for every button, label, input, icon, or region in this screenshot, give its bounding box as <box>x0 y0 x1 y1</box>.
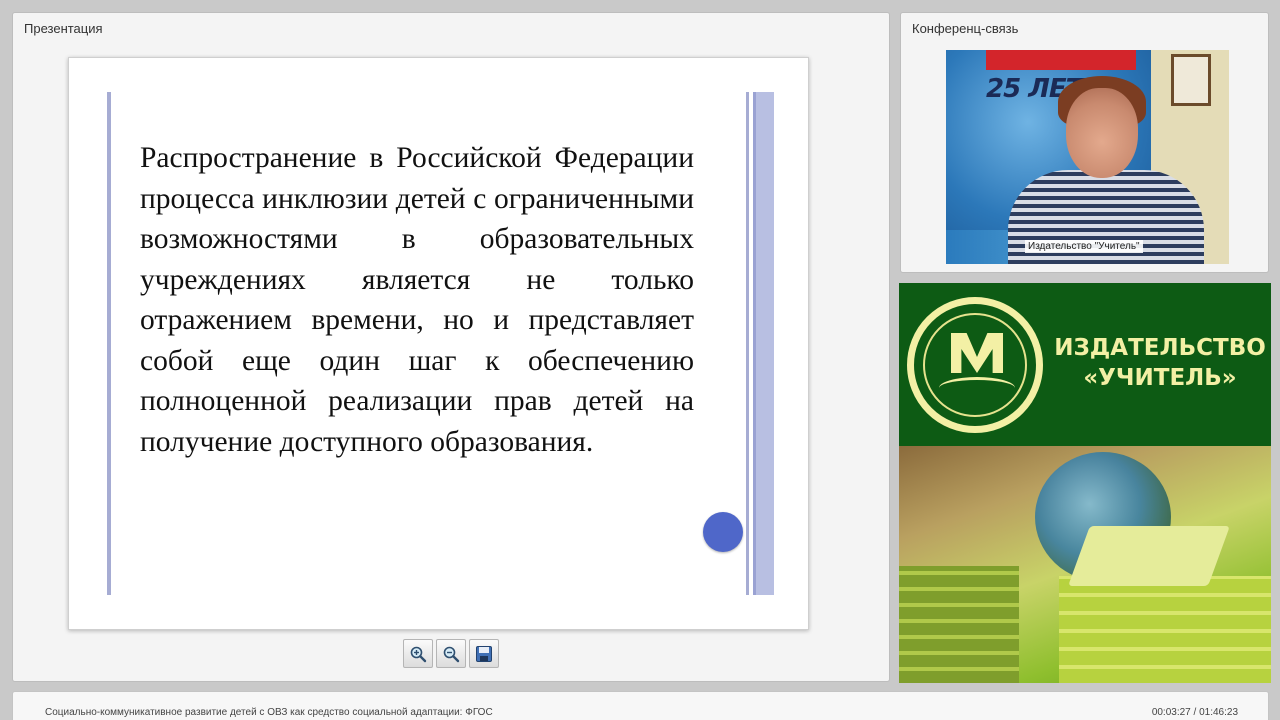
books-right-illustration <box>1059 576 1271 683</box>
slide-right-decor-band <box>753 92 774 595</box>
zoom-in-button[interactable] <box>403 639 433 668</box>
slide-body-text: Распространение в Российской Федерации п… <box>140 142 694 458</box>
publisher-banner: ИЗДАТЕЛЬСТВО «УЧИТЕЛЬ» <box>899 283 1271 683</box>
publisher-photo <box>899 446 1271 683</box>
video-banner-stripe <box>986 50 1136 70</box>
zoom-in-icon <box>410 646 427 662</box>
save-button[interactable] <box>469 639 499 668</box>
presentation-panel-title: Презентация <box>24 21 103 36</box>
save-icon <box>476 645 492 662</box>
slide-decor-dot <box>703 512 743 552</box>
presentation-panel: Презентация Распространение в Российской… <box>12 12 890 682</box>
open-book-illustration <box>1068 526 1230 586</box>
publisher-name: ИЗДАТЕЛЬСТВО «УЧИТЕЛЬ» <box>1049 333 1271 393</box>
video-picture-frame <box>1171 54 1211 106</box>
video-feed[interactable]: 25 ЛЕТ Издательство "Учитель" <box>946 50 1229 264</box>
video-caption: Издательство "Учитель" <box>1025 240 1143 253</box>
publisher-logo-area: ИЗДАТЕЛЬСТВО «УЧИТЕЛЬ» <box>899 283 1271 446</box>
conference-panel: Конференц-связь 25 ЛЕТ Издательство "Учи… <box>900 12 1269 273</box>
presentation-toolbar <box>403 639 499 669</box>
footer-bar: Социально-коммуникативное развитие детей… <box>12 691 1269 720</box>
slide-right-decor-line <box>746 92 749 595</box>
publisher-name-line2: «УЧИТЕЛЬ» <box>1083 365 1237 391</box>
course-title: Социально-коммуникативное развитие детей… <box>45 707 493 718</box>
conference-panel-title: Конференц-связь <box>912 21 1019 36</box>
playback-time: 00:03:27 / 01:46:23 <box>1151 707 1238 718</box>
zoom-out-icon <box>443 646 460 662</box>
zoom-out-button[interactable] <box>436 639 466 668</box>
books-left-illustration <box>899 566 1019 683</box>
publisher-name-line1: ИЗДАТЕЛЬСТВО <box>1054 335 1266 361</box>
slide-left-decor <box>107 92 111 595</box>
presentation-slide: Распространение в Российской Федерации п… <box>68 57 809 630</box>
publisher-logo-icon <box>907 297 1043 433</box>
video-person-head <box>1066 88 1138 178</box>
